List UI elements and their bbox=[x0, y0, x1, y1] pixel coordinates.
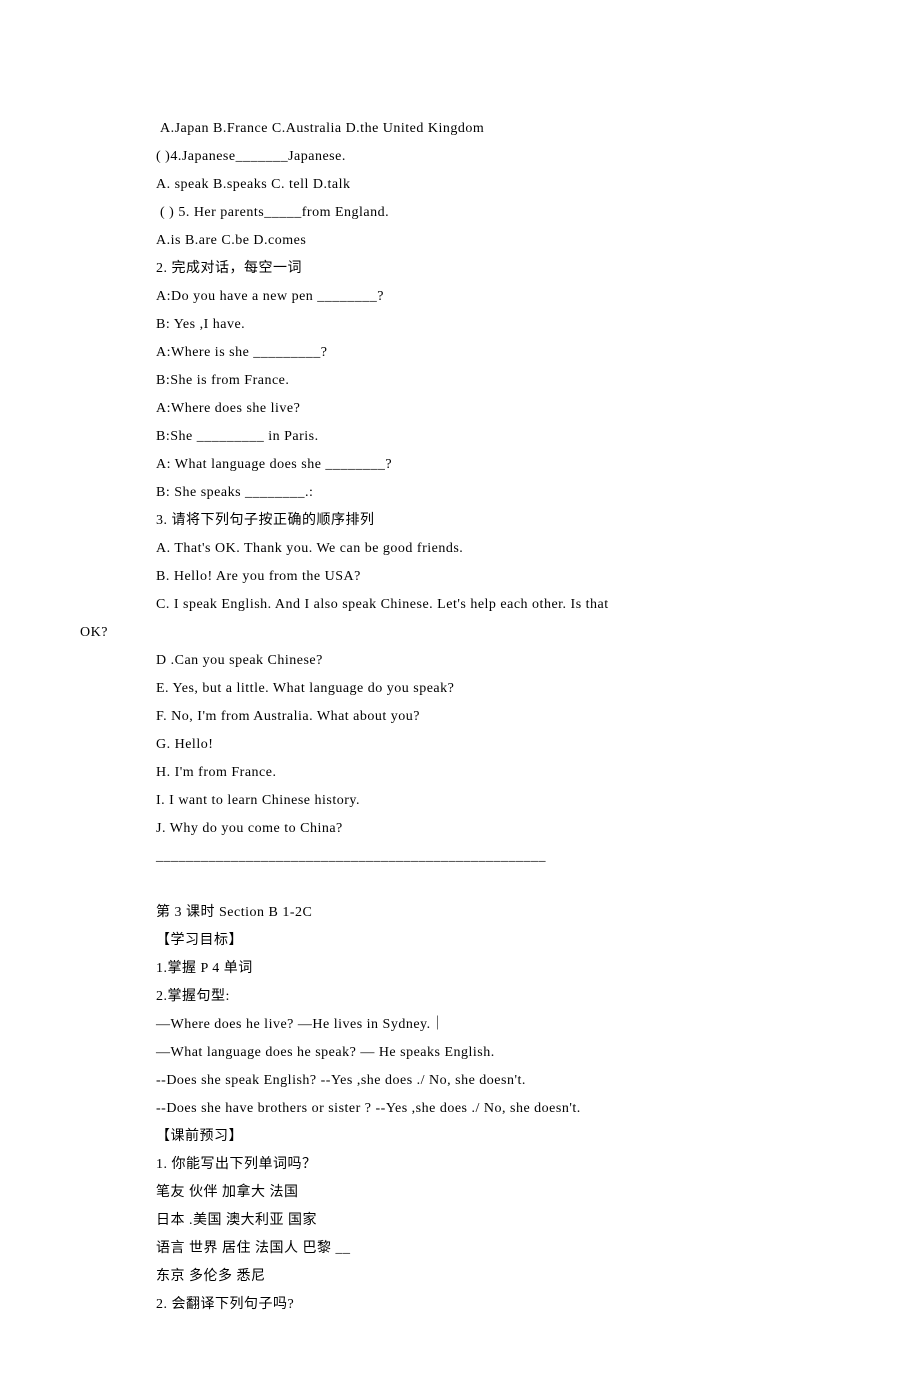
text-line: --Does she speak English? --Yes ,she doe… bbox=[80, 1067, 840, 1095]
text-line: B. Hello! Are you from the USA? bbox=[80, 563, 840, 591]
text-line: J. Why do you come to China? bbox=[80, 815, 840, 843]
text-line: A:Do you have a new pen ________? bbox=[80, 283, 840, 311]
text-line: 1. 你能写出下列单词吗？ bbox=[80, 1151, 840, 1179]
text-line: ________________________________________… bbox=[80, 843, 840, 871]
text-line: G. Hello! bbox=[80, 731, 840, 759]
text-line: H. I'm from France. bbox=[80, 759, 840, 787]
text-line: ( ) 5. Her parents_____from England. bbox=[80, 199, 840, 227]
text-line: A.Japan B.France C.Australia D.the Unite… bbox=[80, 115, 840, 143]
text-line: B:She is from France. bbox=[80, 367, 840, 395]
text-line: 3. 请将下列句子按正确的顺序排列 bbox=[80, 507, 840, 535]
text-line: 2. 完成对话，每空一词 bbox=[80, 255, 840, 283]
text-line: 【课前预习】 bbox=[80, 1123, 840, 1151]
text-line: E. Yes, but a little. What language do y… bbox=[80, 675, 840, 703]
text-line: A:Where does she live? bbox=[80, 395, 840, 423]
text-line: D .Can you speak Chinese? bbox=[80, 647, 840, 675]
text-line: 【学习目标】 bbox=[80, 927, 840, 955]
text-line: B: Yes ,I have. bbox=[80, 311, 840, 339]
text-line: A. That's OK. Thank you. We can be good … bbox=[80, 535, 840, 563]
text-line: 第 3 课时 Section B 1-2C bbox=[80, 899, 840, 927]
text-line: 东京 多伦多 悉尼 bbox=[80, 1263, 840, 1291]
text-line: --Does she have brothers or sister ? --Y… bbox=[80, 1095, 840, 1123]
text-line: 日本 .美国 澳大利亚 国家 bbox=[80, 1207, 840, 1235]
text-line: A. speak B.speaks C. tell D.talk bbox=[80, 171, 840, 199]
text-line: 2. 会翻译下列句子吗? bbox=[80, 1291, 840, 1319]
text-line: 语言 世界 居住 法国人 巴黎 __ bbox=[80, 1235, 840, 1263]
text-line: C. I speak English. And I also speak Chi… bbox=[80, 591, 840, 619]
blank-line bbox=[80, 871, 840, 899]
text-line: —Where does he live? —He lives in Sydney… bbox=[80, 1011, 840, 1039]
text-line: B: She speaks ________.: bbox=[80, 479, 840, 507]
text-line: A:Where is she _________? bbox=[80, 339, 840, 367]
text-line: A: What language does she ________? bbox=[80, 451, 840, 479]
text-line: OK? bbox=[80, 619, 840, 647]
text-line: 2.掌握句型: bbox=[80, 983, 840, 1011]
text-line: 笔友 伙伴 加拿大 法国 bbox=[80, 1179, 840, 1207]
text-line: B:She _________ in Paris. bbox=[80, 423, 840, 451]
text-line: —What language does he speak? — He speak… bbox=[80, 1039, 840, 1067]
text-line: I. I want to learn Chinese history. bbox=[80, 787, 840, 815]
document-body: A.Japan B.France C.Australia D.the Unite… bbox=[80, 115, 840, 1319]
text-line: ( )4.Japanese_______Japanese. bbox=[80, 143, 840, 171]
text-line: 1.掌握 P 4 单词 bbox=[80, 955, 840, 983]
text-line: F. No, I'm from Australia. What about yo… bbox=[80, 703, 840, 731]
text-line: A.is B.are C.be D.comes bbox=[80, 227, 840, 255]
